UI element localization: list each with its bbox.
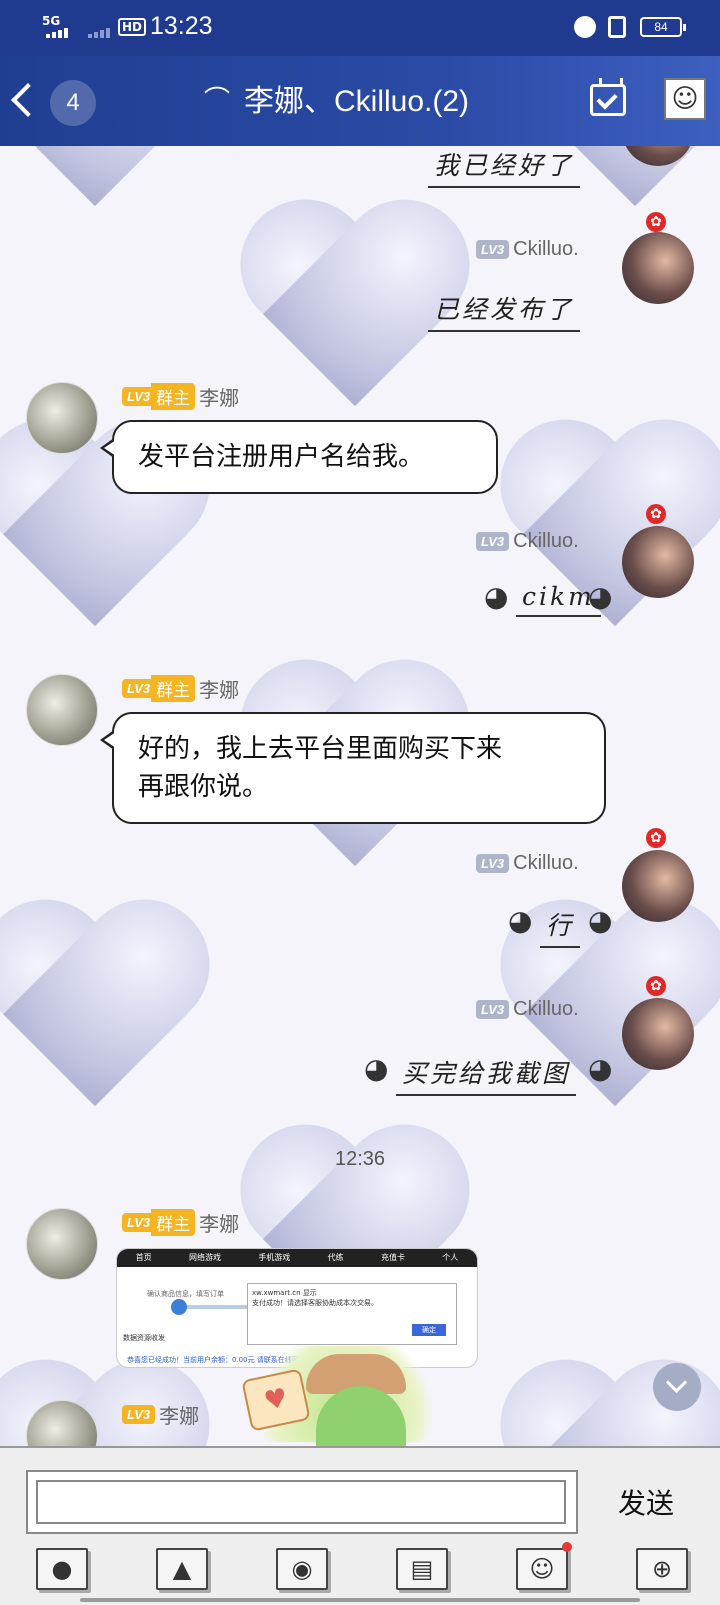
level-badge: LV3: [476, 1000, 510, 1020]
shot-tab: 网络游戏: [188, 1253, 221, 1262]
level-badge: LV3: [476, 854, 510, 874]
avatar[interactable]: [622, 232, 694, 304]
heart-card-icon: ♥: [241, 1368, 311, 1432]
scroll-to-bottom-button[interactable]: [653, 1363, 701, 1411]
sender-name: 李娜: [199, 680, 240, 702]
calendar-check-icon[interactable]: [590, 78, 626, 116]
chat-title: 李娜、Ckilluo.(2): [244, 85, 470, 118]
owner-badge: 群主: [151, 675, 196, 702]
sender-name-line: LV3 群主 李娜: [122, 382, 239, 411]
message-list[interactable]: 我已经好了 ✿ LV3 Ckilluo. 已经发布了 LV3 群主 李娜 发平台注册用…: [0, 146, 720, 1446]
sender-name-line: LV3 Ckilluo.: [476, 852, 579, 875]
avatar[interactable]: [26, 1208, 98, 1280]
send-button[interactable]: 发送: [596, 1478, 696, 1526]
back-button[interactable]: [8, 78, 48, 122]
flower-icon: ✿: [646, 212, 666, 232]
flower-icon: ✿: [646, 828, 666, 848]
shot-tab: 首页: [135, 1253, 152, 1262]
unread-count-badge[interactable]: 4: [50, 80, 96, 126]
sender-name: Ckilluo.: [513, 998, 579, 1021]
sender-name: 李娜: [159, 1406, 200, 1428]
status-bar: 5G HD 13:23 84: [0, 0, 720, 56]
bear-icon: ◕: [588, 580, 613, 613]
shot-section: 数据资源收发: [123, 1334, 165, 1342]
sender-name: Ckilluo.: [513, 852, 579, 875]
plus-icon[interactable]: ⊕: [636, 1548, 688, 1590]
sender-name-line: LV3 Ckilluo.: [476, 998, 579, 1021]
sender-name: Ckilluo.: [513, 530, 579, 553]
bear-icon: ◕: [364, 1052, 389, 1085]
bear-icon: ◕: [588, 904, 613, 937]
message-line: 再跟你说。: [138, 772, 269, 802]
home-indicator[interactable]: [80, 1598, 640, 1602]
battery-icon: 84: [640, 17, 686, 37]
signal-icon: [46, 28, 74, 38]
flower-icon: ✿: [646, 976, 666, 996]
shot-tabs: 首页 网络游戏 手机游戏 代练 充值卡 个人: [117, 1249, 477, 1267]
sender-name-line: LV3 Ckilluo.: [476, 530, 579, 553]
notification-dot: [562, 1542, 572, 1552]
message-bubble[interactable]: 好的，我上去平台里面购买下来 再跟你说。: [100, 712, 606, 824]
sender-name: 李娜: [199, 1214, 240, 1236]
shot-dialog-ok: 确定: [412, 1324, 446, 1336]
heart-decoration: [0, 906, 210, 1116]
network-label: 5G: [42, 14, 61, 28]
shot-tab: 手机游戏: [258, 1253, 291, 1262]
alarm-icon: [574, 16, 596, 38]
sender-name: Ckilluo.: [513, 238, 579, 261]
sender-name-line: LV3 群主 李娜: [122, 1208, 239, 1237]
shot-progress-label: 确认商品信息，填写订单: [147, 1290, 224, 1298]
signal-2-icon: [88, 28, 110, 38]
shot-dialog-title: xw.xwmart.cn 显示: [252, 1289, 317, 1297]
shot-tab: 代练: [327, 1253, 344, 1262]
shot-dialog-text: 支付成功！请选择客服协助成本次交易。: [252, 1299, 378, 1307]
message-text: 我已经好了: [428, 146, 581, 188]
camera-icon[interactable]: ◉: [276, 1548, 328, 1590]
hd-label: HD: [118, 18, 147, 36]
emoji-icon[interactable]: ☺: [516, 1542, 572, 1590]
group-avatar-button[interactable]: ☺: [664, 78, 706, 120]
sender-name: 李娜: [199, 388, 240, 410]
sender-name-line: LV3 群主 李娜: [122, 674, 239, 703]
message-line: 好的，我上去平台里面购买下来: [138, 734, 503, 764]
vibrate-icon: [608, 16, 626, 38]
file-icon[interactable]: ▤: [396, 1548, 448, 1590]
ear-icon: ⌒: [204, 86, 231, 116]
heart-decoration: [0, 146, 210, 216]
chat-header: 4 ⌒ 李娜、Ckilluo.(2) ☺: [0, 56, 720, 146]
avatar[interactable]: [622, 850, 694, 922]
image-icon[interactable]: ▲: [156, 1548, 208, 1590]
shot-progress-dot: [171, 1299, 187, 1315]
shot-dialog: xw.xwmart.cn 显示 支付成功！请选择客服协助成本次交易。 确定: [247, 1283, 457, 1345]
avatar[interactable]: [622, 526, 694, 598]
level-badge: LV3: [122, 1405, 156, 1424]
microphone-icon[interactable]: ●: [36, 1548, 88, 1590]
message-text: 行: [540, 906, 581, 948]
message-field-frame: [26, 1470, 578, 1534]
level-badge: LV3: [476, 240, 510, 260]
bear-icon: ◕: [484, 580, 509, 613]
avatar[interactable]: [622, 998, 694, 1070]
message-text: 已经发布了: [428, 290, 581, 332]
shot-tab: 个人: [442, 1253, 459, 1262]
level-badge: LV3: [476, 532, 510, 552]
sticker-character: [316, 1386, 406, 1446]
owner-badge: 群主: [151, 383, 196, 410]
owner-badge: 群主: [151, 1209, 196, 1236]
bear-icon: ◕: [588, 1052, 613, 1085]
input-bar: 发送 ● ▲ ◉ ▤ ☺ ⊕: [0, 1446, 720, 1605]
avatar[interactable]: [26, 382, 98, 454]
avatar[interactable]: [26, 674, 98, 746]
message-bubble[interactable]: 发平台注册用户名给我。: [100, 420, 498, 494]
message-input[interactable]: [36, 1480, 566, 1524]
shot-tab: 充值卡: [380, 1253, 405, 1262]
sender-name-line: LV3 Ckilluo.: [476, 238, 579, 261]
sticker-image[interactable]: ♥: [241, 1346, 446, 1446]
time-divider: 12:36: [334, 1148, 386, 1170]
message-text: 买完给我截图: [396, 1054, 577, 1096]
sender-name-line: LV3 李娜: [122, 1400, 199, 1429]
flower-icon: ✿: [646, 504, 666, 524]
clock: 13:23: [150, 12, 213, 40]
bear-icon: ◕: [508, 904, 533, 937]
